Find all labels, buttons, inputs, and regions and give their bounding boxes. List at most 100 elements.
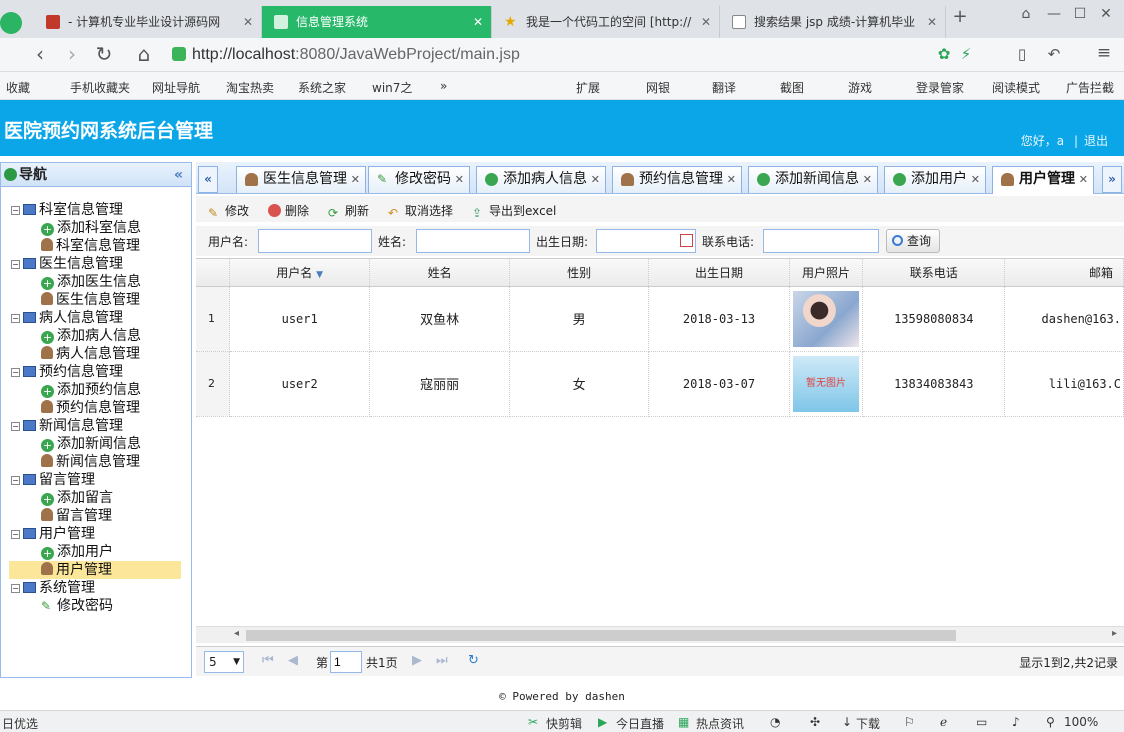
sound-icon[interactable]: ♪ (1012, 715, 1020, 729)
close-icon[interactable]: ✕ (701, 6, 711, 38)
deselect-button[interactable]: ↶ 取消选择 (388, 202, 453, 220)
tree-group-5[interactable]: − 留言管理 (11, 471, 95, 489)
tree-group-6[interactable]: − 用户管理 (11, 525, 95, 543)
tab-close-icon[interactable]: ✕ (863, 167, 872, 192)
bookmark-favorites[interactable]: 收藏 (6, 79, 30, 96)
ext-menu[interactable]: 扩展 (576, 79, 600, 96)
flag-icon[interactable]: ⚐ (904, 715, 915, 729)
table-row[interactable]: 1 user1 双鱼林 男 2018-03-13 13598080834 das… (196, 286, 1124, 352)
sidebar-item-6-1[interactable]: 用户管理 (9, 561, 181, 579)
close-icon[interactable]: ✕ (927, 6, 937, 38)
sidebar-item-1-0[interactable]: + 添加医生信息 (41, 273, 141, 291)
phone-input[interactable] (763, 229, 879, 253)
tab-close-icon[interactable]: ✕ (591, 167, 600, 192)
tab-doctor-manage[interactable]: 医生信息管理 ✕ (236, 166, 366, 193)
name-input[interactable] (416, 229, 530, 253)
refresh-icon[interactable]: ↻ (468, 653, 479, 668)
quick-edit[interactable]: 快剪辑 (546, 715, 582, 732)
collapse-toggle-icon[interactable]: − (11, 422, 20, 431)
collapse-toggle-icon[interactable]: − (11, 530, 20, 539)
tabs-scroll-left-icon[interactable]: « (198, 166, 218, 193)
sidebar-item-7-0[interactable]: ✎ 修改密码 (41, 597, 113, 615)
sidebar-item-2-0[interactable]: + 添加病人信息 (41, 327, 141, 345)
sidebar-item-2-1[interactable]: 病人信息管理 (41, 345, 140, 363)
table-row[interactable]: 2 user2 寇丽丽 女 2018-03-07 暂无图片 1383408384… (196, 351, 1124, 417)
screenshot-menu[interactable]: 截图 (780, 79, 804, 96)
delete-button[interactable]: 删除 (268, 202, 309, 219)
url-input[interactable]: http://localhost:8080/JavaWebProject/mai… (172, 42, 972, 68)
tab-add-news[interactable]: 添加新闻信息 ✕ (748, 166, 878, 193)
phone-icon[interactable]: ▯ (1010, 45, 1034, 63)
fan-icon[interactable]: ✣ (810, 715, 820, 729)
close-icon[interactable]: ✕ (473, 6, 483, 38)
tab-add-user[interactable]: 添加用户 ✕ (884, 166, 986, 193)
calendar-icon[interactable] (680, 234, 693, 247)
edit-button[interactable]: ✎ 修改 (208, 202, 249, 220)
sidebar-item-3-1[interactable]: 预约信息管理 (41, 399, 140, 417)
lightning-icon[interactable]: ⚡ (954, 45, 978, 63)
back-icon[interactable]: ‹ (28, 42, 52, 66)
forward-icon[interactable]: › (60, 42, 84, 66)
page-number-input[interactable] (330, 651, 362, 673)
refresh-button[interactable]: ⟳ 刷新 (328, 202, 369, 220)
zoom-level[interactable]: 100% (1064, 715, 1098, 729)
collapse-toggle-icon[interactable]: − (11, 584, 20, 593)
zoom-icon[interactable]: ⚲ (1046, 715, 1055, 729)
next-page-icon[interactable]: ▶ (412, 653, 422, 668)
collapse-toggle-icon[interactable]: − (11, 368, 20, 377)
collapse-icon[interactable]: « (174, 163, 183, 187)
page-size-select[interactable]: 5 ▼ (204, 651, 244, 673)
hot-news[interactable]: 热点资讯 (696, 715, 744, 732)
sidebar-item-1-1[interactable]: 医生信息管理 (41, 291, 140, 309)
sidebar-item-0-1[interactable]: 科室信息管理 (41, 237, 140, 255)
col-birth[interactable]: 出生日期 (648, 259, 790, 287)
new-tab-icon[interactable]: + (950, 6, 970, 27)
collapse-toggle-icon[interactable]: − (11, 206, 20, 215)
tab-user-manage[interactable]: 用户管理 ✕ (992, 166, 1094, 194)
menu-icon[interactable]: ≡ (1092, 43, 1116, 63)
bookmark-more-icon[interactable]: » (440, 79, 447, 93)
tree-group-7[interactable]: − 系统管理 (11, 579, 95, 597)
sidebar-item-6-0[interactable]: + 添加用户 (41, 543, 113, 561)
minimize-icon[interactable]: — (1044, 6, 1064, 22)
download[interactable]: 下载 (856, 715, 880, 732)
close-icon[interactable]: ✕ (243, 6, 253, 38)
sidebar-item-0-0[interactable]: + 添加科室信息 (41, 219, 141, 237)
bookmark-win7[interactable]: win7之 (372, 79, 412, 96)
tab-close-icon[interactable]: ✕ (351, 167, 360, 192)
tab-close-icon[interactable]: ✕ (971, 167, 980, 192)
extension-icon[interactable]: ✿ (932, 45, 956, 63)
col-sex[interactable]: 性别 (509, 259, 650, 287)
col-phone[interactable]: 联系电话 (862, 259, 1006, 287)
sidebar-item-3-0[interactable]: + 添加预约信息 (41, 381, 141, 399)
ie-icon[interactable]: ℯ (940, 715, 947, 729)
reading-mode[interactable]: 阅读模式 (992, 79, 1040, 96)
sidebar-item-5-0[interactable]: + 添加留言 (41, 489, 113, 507)
tab-close-icon[interactable]: ✕ (1079, 167, 1088, 192)
tab-change-password[interactable]: ✎ 修改密码 ✕ (368, 166, 470, 193)
collapse-toggle-icon[interactable]: − (11, 260, 20, 269)
speed-icon[interactable]: ◔ (770, 715, 780, 729)
reload-icon[interactable]: ↻ (92, 42, 116, 66)
horizontal-scrollbar[interactable]: ◂ ▸ (196, 626, 1124, 643)
sidebar-item-4-1[interactable]: 新闻信息管理 (41, 453, 140, 471)
col-name[interactable]: 姓名 (369, 259, 510, 287)
skin-icon[interactable]: ⌂ (1016, 6, 1036, 22)
tree-group-0[interactable]: − 科室信息管理 (11, 201, 123, 219)
last-page-icon[interactable]: ⏭ (436, 653, 448, 668)
export-button[interactable]: ⇪ 导出到excel (472, 202, 556, 220)
scroll-right-icon[interactable]: ▸ (1112, 628, 1117, 639)
ad-block[interactable]: 广告拦截 (1066, 79, 1114, 96)
tab-add-patient[interactable]: 添加病人信息 ✕ (476, 166, 606, 193)
tabs-scroll-right-icon[interactable]: » (1102, 166, 1122, 193)
collapse-toggle-icon[interactable]: − (11, 314, 20, 323)
maximize-icon[interactable]: ☐ (1070, 6, 1090, 22)
col-email[interactable]: 邮箱 (1004, 259, 1124, 287)
tree-group-1[interactable]: − 医生信息管理 (11, 255, 123, 273)
bookmark-nav[interactable]: 网址导航 (152, 79, 200, 96)
scrollbar-thumb[interactable] (246, 630, 956, 641)
sidebar-item-5-1[interactable]: 留言管理 (41, 507, 112, 525)
status-left[interactable]: 日优选 (2, 715, 38, 732)
logout-link[interactable]: 退出 (1084, 134, 1108, 148)
username-input[interactable] (258, 229, 372, 253)
